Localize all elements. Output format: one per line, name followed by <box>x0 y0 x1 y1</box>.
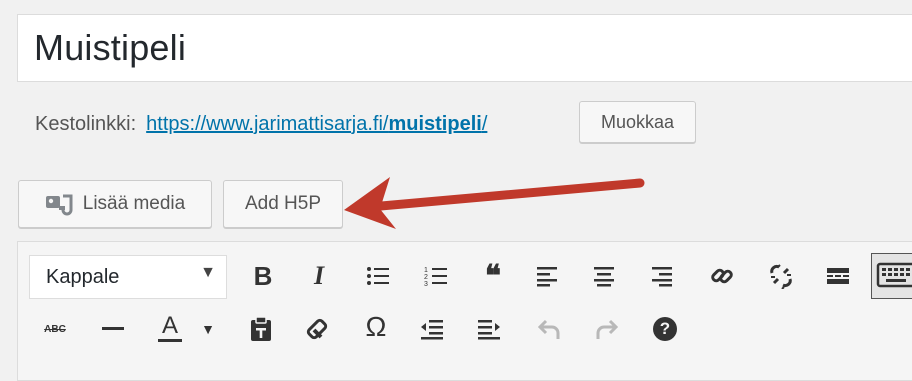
strikethrough-icon[interactable]: ABC <box>38 311 72 347</box>
permalink-label: Kestolinkki: <box>35 112 137 135</box>
bullet-list-icon[interactable] <box>363 258 393 294</box>
text-color-bar <box>158 338 182 342</box>
align-left-icon[interactable] <box>532 258 562 294</box>
permalink-base: https://www.jarimattisarja.fi/ <box>146 112 389 135</box>
special-character-icon[interactable]: Ω <box>361 309 391 345</box>
permalink-link[interactable]: https://www.jarimattisarja.fi/muistipeli… <box>146 113 487 136</box>
add-h5p-button[interactable]: Add H5P <box>223 180 343 228</box>
help-icon[interactable]: ? <box>650 311 680 347</box>
help-glyph: ? <box>653 317 677 341</box>
redo-icon[interactable] <box>591 311 621 347</box>
media-icon <box>45 194 73 216</box>
paste-text-icon[interactable] <box>246 311 276 347</box>
blockquote-icon[interactable]: ❝ <box>478 258 508 294</box>
permalink-end: / <box>481 112 488 135</box>
read-more-icon[interactable] <box>823 258 853 294</box>
align-right-icon[interactable] <box>647 258 677 294</box>
align-center-icon[interactable] <box>589 258 619 294</box>
permalink-slug: muistipeli <box>388 112 482 135</box>
undo-icon[interactable] <box>535 311 565 347</box>
unlink-icon[interactable] <box>766 258 796 294</box>
chevron-down-icon: ▼ <box>200 264 216 281</box>
indent-icon[interactable] <box>474 311 504 347</box>
numbered-list-icon[interactable]: 123 <box>421 258 451 294</box>
bold-icon[interactable]: B <box>248 258 278 294</box>
outdent-icon[interactable] <box>417 311 447 347</box>
svg-text:3: 3 <box>424 281 428 287</box>
edit-permalink-button[interactable]: Muokkaa <box>579 101 696 143</box>
red-arrow-annotation <box>344 177 645 229</box>
add-media-button[interactable]: Lisää media <box>18 180 212 228</box>
text-color-dropdown-icon[interactable]: ▼ <box>198 311 218 347</box>
post-title-input[interactable]: Muistipeli <box>17 14 912 82</box>
svg-text:1: 1 <box>424 267 428 274</box>
text-color-icon[interactable]: A <box>155 309 185 345</box>
svg-text:2: 2 <box>424 274 428 281</box>
toolbar-toggle-icon[interactable] <box>871 253 912 299</box>
permalink-row: Kestolinkki: https://www.jarimattisarja.… <box>35 104 487 144</box>
link-icon[interactable] <box>707 258 737 294</box>
add-media-label: Lisää media <box>82 193 186 214</box>
horizontal-line-icon[interactable] <box>98 311 128 347</box>
post-title-text: Muistipeli <box>34 27 187 68</box>
format-select-value: Kappale <box>46 265 120 288</box>
text-color-glyph: A <box>161 311 178 339</box>
clear-formatting-icon[interactable] <box>304 311 334 347</box>
format-select[interactable]: Kappale ▼ <box>29 255 227 299</box>
italic-icon[interactable]: I <box>304 258 334 294</box>
